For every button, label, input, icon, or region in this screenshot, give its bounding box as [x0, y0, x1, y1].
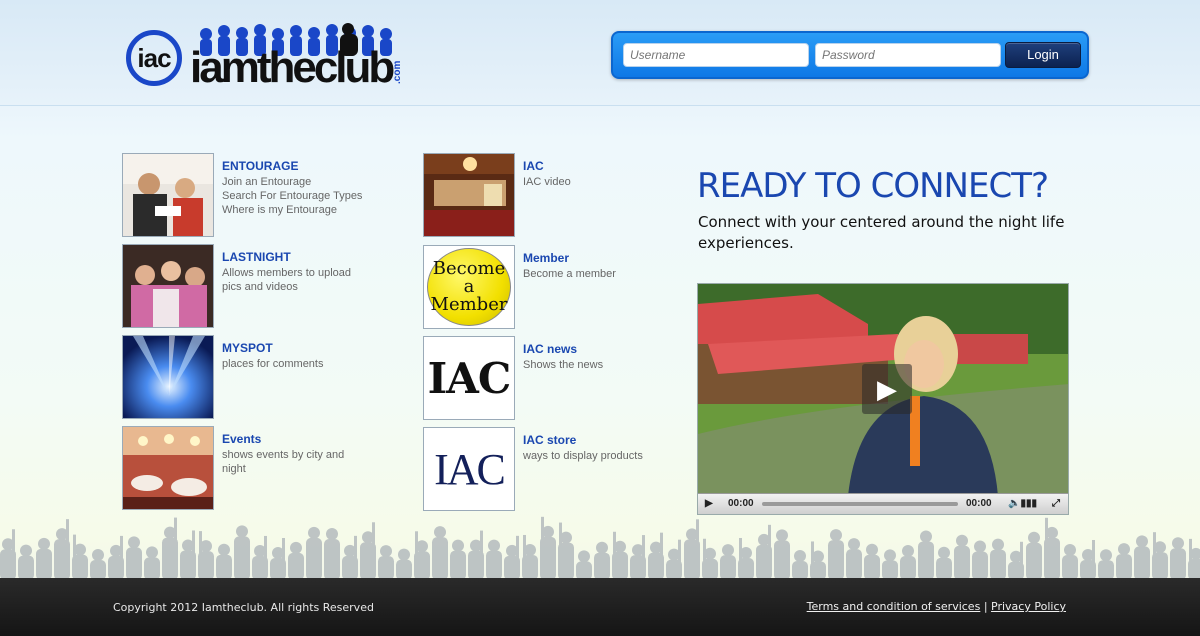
member-badge: Become a Member: [427, 248, 511, 326]
link-title[interactable]: Member: [523, 251, 569, 265]
iac-news-logo-text: IAC: [427, 353, 512, 403]
badge-text: Member: [430, 294, 508, 315]
current-time: 00:00: [728, 498, 754, 509]
desc-line: pics and videos: [222, 281, 298, 293]
desc-line: shows events by city and: [222, 449, 345, 461]
link-separator: |: [983, 600, 988, 613]
link-title[interactable]: Events: [222, 432, 261, 446]
desc-line[interactable]: Where is my Entourage: [222, 203, 372, 217]
link-title[interactable]: MYSPOT: [222, 341, 273, 355]
site-logo[interactable]: iac iamtheclub .com: [126, 22, 408, 92]
link-entourage[interactable]: ENTOURAGE Join an Entourage Search For E…: [122, 153, 402, 237]
iac-store-logo-icon[interactable]: IAC: [423, 427, 515, 511]
crowd-silhouette-icon: [0, 516, 1200, 580]
link-title[interactable]: IAC news: [523, 342, 577, 356]
link-description: ways to display products: [523, 449, 673, 463]
desc-line[interactable]: Join an Entourage: [222, 175, 372, 189]
link-description: shows events by city and night: [222, 448, 372, 476]
party-photo-icon[interactable]: [122, 244, 214, 328]
footer: Copyright 2012 Iamtheclub. All rights Re…: [0, 578, 1200, 636]
logo-short-text: iac: [137, 42, 171, 73]
people-dining-photo-icon[interactable]: [122, 153, 214, 237]
bar-interior-photo-icon[interactable]: [423, 153, 515, 237]
desc-line: IAC video: [523, 176, 571, 188]
ready-text: Connect with your centered around the ni…: [698, 213, 1065, 252]
link-description: Join an Entourage Search For Entourage T…: [222, 175, 372, 217]
play-button-icon[interactable]: ▶: [705, 498, 713, 509]
logo-com-text: .com: [392, 60, 403, 84]
iac-store-logo-text: IAC: [434, 444, 506, 494]
play-icon[interactable]: ▶: [862, 364, 912, 414]
logo-iac-circle: iac: [126, 30, 182, 86]
link-title[interactable]: ENTOURAGE: [222, 159, 298, 173]
privacy-policy-link[interactable]: Privacy Policy: [991, 600, 1066, 613]
footer-links: Terms and condition of services | Privac…: [807, 600, 1066, 613]
link-description: places for comments: [222, 357, 372, 371]
desc-line: night: [222, 463, 246, 475]
desc-line[interactable]: Search For Entourage Types: [222, 189, 372, 203]
volume-icon[interactable]: 🔈▮▮▮: [1008, 498, 1037, 509]
link-events[interactable]: Events shows events by city and night: [122, 426, 402, 510]
link-description: Allows members to upload pics and videos: [222, 266, 372, 294]
header: iac iamtheclub .com Login: [0, 0, 1200, 106]
desc-line: ways to display products: [523, 450, 643, 462]
stage-lights-photo-icon[interactable]: [122, 335, 214, 419]
duration: 00:00: [966, 498, 992, 509]
desc-line: places for comments: [222, 358, 324, 370]
become-member-badge-icon[interactable]: Become a Member: [423, 245, 515, 329]
ready-title: READY TO CONNECT?: [697, 166, 1049, 206]
link-iac[interactable]: IAC IAC video: [423, 153, 703, 237]
link-iac-store[interactable]: IAC IAC store ways to display products: [423, 427, 703, 511]
desc-line: Allows members to upload: [222, 267, 352, 279]
desc-line: Shows the news: [523, 359, 604, 371]
logo-wordmark: iamtheclub: [190, 43, 395, 92]
link-description: Shows the news: [523, 358, 673, 372]
login-button[interactable]: Login: [1005, 42, 1081, 68]
username-input[interactable]: [623, 43, 809, 67]
copyright-text: Copyright 2012 Iamtheclub. All rights Re…: [113, 601, 374, 614]
link-iac-news[interactable]: IAC IAC news Shows the news: [423, 336, 703, 420]
link-lastnight[interactable]: LASTNIGHT Allows members to upload pics …: [122, 244, 402, 328]
link-title[interactable]: LASTNIGHT: [222, 250, 291, 264]
banquet-photo-icon[interactable]: [122, 426, 214, 510]
iac-news-logo-icon[interactable]: IAC: [423, 336, 515, 420]
link-title[interactable]: IAC store: [523, 433, 576, 447]
terms-link[interactable]: Terms and condition of services: [807, 600, 981, 613]
link-member[interactable]: Become a Member Member Become a member: [423, 245, 703, 329]
password-input[interactable]: [815, 43, 1001, 67]
link-description: IAC video: [523, 175, 673, 189]
link-description: Become a member: [523, 267, 673, 281]
video-player[interactable]: ▶ ▶ 00:00 00:00 🔈▮▮▮ ⤢: [697, 283, 1069, 515]
progress-bar[interactable]: [762, 502, 958, 506]
link-title[interactable]: IAC: [523, 159, 544, 173]
desc-line: Become a member: [523, 268, 616, 280]
login-panel: Login: [611, 31, 1089, 79]
link-myspot[interactable]: MYSPOT places for comments: [122, 335, 402, 419]
fullscreen-icon[interactable]: ⤢: [1052, 498, 1060, 509]
